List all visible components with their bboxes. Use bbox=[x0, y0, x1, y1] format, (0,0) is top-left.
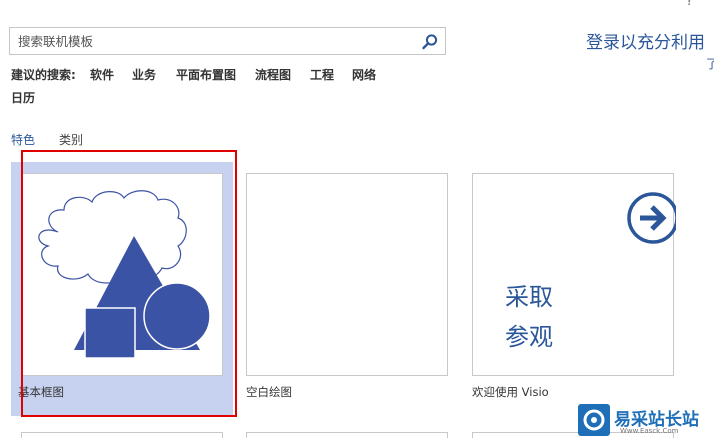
tour-line-2: 参观 bbox=[505, 323, 553, 351]
tab-categories[interactable]: 类别 bbox=[59, 131, 83, 148]
suggested-search-business[interactable]: 业务 bbox=[132, 66, 156, 83]
suggested-search-software[interactable]: 软件 bbox=[90, 66, 114, 83]
suggested-search-flowchart[interactable]: 流程图 bbox=[255, 66, 291, 83]
template-row2-item-1[interactable] bbox=[21, 432, 223, 438]
signin-link[interactable]: 登录以充分利用 bbox=[586, 28, 705, 53]
suggested-search-floorplan[interactable]: 平面布置图 bbox=[176, 66, 236, 83]
search-icon[interactable] bbox=[421, 33, 439, 51]
template-label-welcome-visio: 欢迎使用 Visio bbox=[472, 385, 549, 399]
search-input[interactable] bbox=[10, 28, 418, 54]
template-welcome-visio[interactable]: 采取 参观 bbox=[472, 173, 676, 376]
tour-line-1: 采取 bbox=[505, 283, 553, 311]
annotation-highlight-frame bbox=[21, 150, 237, 417]
suggested-search-calendar[interactable]: 日历 bbox=[11, 89, 35, 106]
template-row2-item-2[interactable] bbox=[246, 432, 448, 438]
help-button[interactable]: ? bbox=[686, 0, 693, 9]
tour-text: 采取 参观 bbox=[505, 277, 553, 357]
watermark: 易采站长站 Www.Easck.Com bbox=[576, 402, 714, 438]
suggested-search-engineering[interactable]: 工程 bbox=[310, 66, 334, 83]
tab-featured[interactable]: 特色 bbox=[11, 131, 35, 148]
arrow-circle-icon bbox=[627, 192, 676, 244]
learn-more-link[interactable]: 了 bbox=[706, 55, 714, 72]
search-box[interactable] bbox=[9, 27, 446, 55]
watermark-url: Www.Easck.Com bbox=[620, 427, 679, 435]
suggested-search-network[interactable]: 网络 bbox=[352, 66, 376, 83]
suggested-searches-label: 建议的搜索: bbox=[11, 68, 76, 82]
template-label-blank-drawing: 空白绘图 bbox=[246, 385, 292, 399]
template-blank-drawing[interactable] bbox=[246, 173, 448, 376]
watermark-logo-icon bbox=[578, 404, 610, 436]
